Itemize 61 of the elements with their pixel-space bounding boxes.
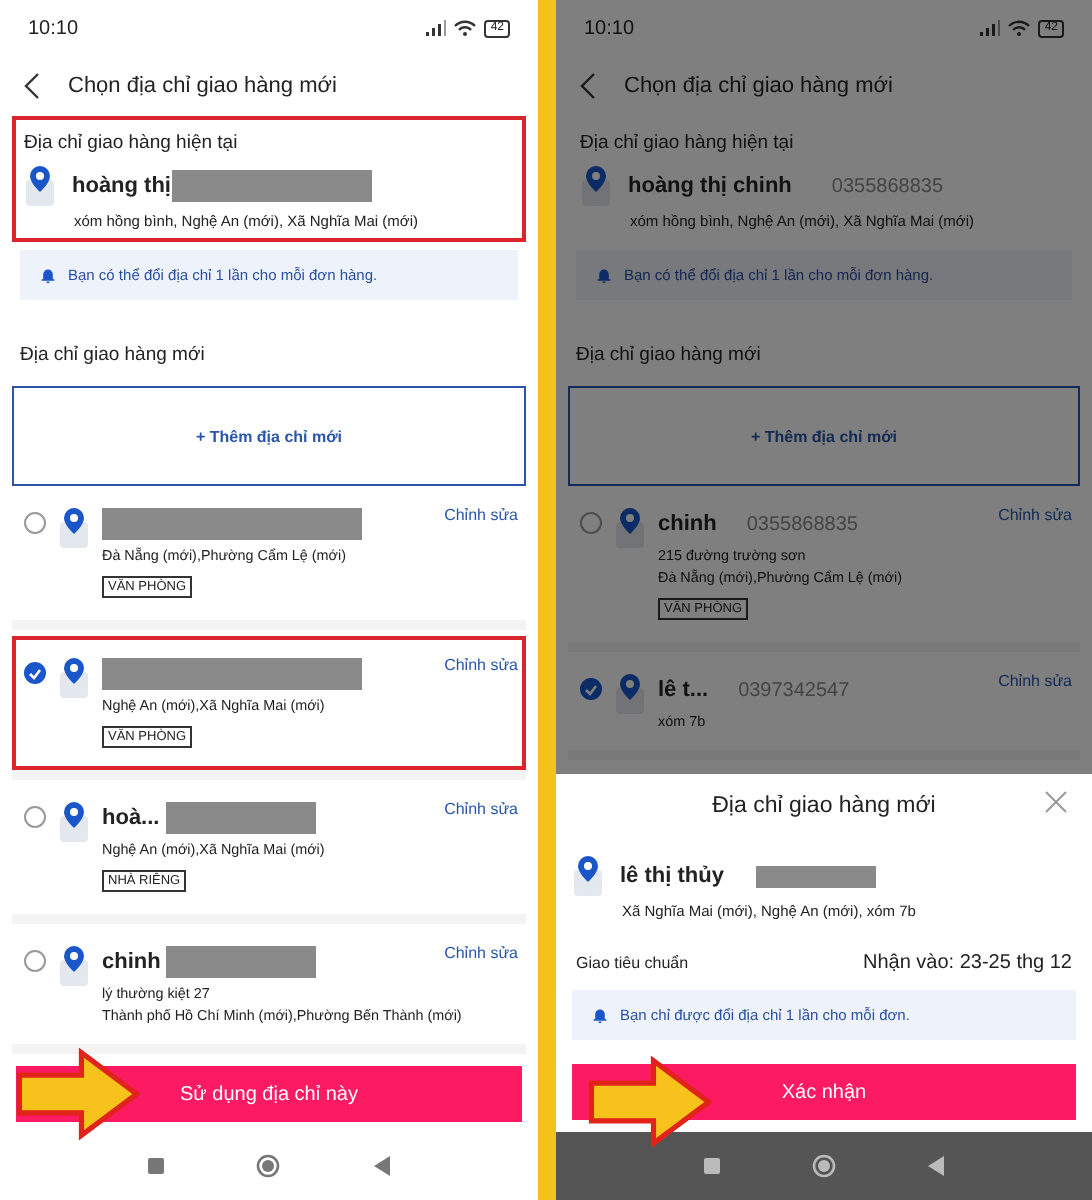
delivery-date: Nhận vào: 23-25 thg 12 (862, 952, 1072, 974)
recipient-name: lê thị thủy (620, 864, 724, 888)
edit-link[interactable]: Chỉnh sửa (444, 506, 518, 524)
status-time: 10:10 (28, 17, 79, 39)
bell-icon (40, 267, 56, 283)
back-nav-icon[interactable] (924, 1154, 948, 1178)
edit-link[interactable]: Chỉnh sửa (998, 672, 1072, 690)
wifi-icon (1008, 20, 1031, 36)
edit-link[interactable]: Chỉnh sửa (444, 800, 518, 818)
radio-button[interactable] (24, 512, 46, 534)
phone-number: 0355868835 (831, 175, 944, 197)
back-icon[interactable] (24, 72, 40, 100)
recipient-name: chinh (102, 950, 161, 974)
status-time: 10:10 (584, 17, 635, 39)
radio-button[interactable] (580, 512, 602, 534)
edit-link[interactable]: Chỉnh sửa (998, 506, 1072, 524)
location-pin-icon (614, 506, 646, 550)
page-title: Chọn địa chỉ giao hàng mới (624, 74, 893, 98)
bell-icon (596, 267, 612, 283)
edit-link[interactable]: Chỉnh sửa (444, 944, 518, 962)
bell-icon (592, 1007, 608, 1023)
back-nav-icon[interactable] (369, 1154, 394, 1178)
radio-button[interactable] (24, 662, 46, 684)
check-icon (584, 683, 598, 695)
location-pin-icon (580, 164, 612, 208)
home-icon[interactable] (812, 1154, 836, 1178)
page-title: Chọn địa chỉ giao hàng mới (68, 74, 337, 98)
recipient-name: hoàng thị chinh (628, 174, 792, 198)
location-pin-icon (24, 164, 56, 208)
phone-number: 0355868835 (746, 513, 858, 535)
signal-icon (426, 20, 447, 36)
radio-button[interactable] (580, 678, 602, 700)
add-address-button[interactable]: + Thêm địa chỉ mới (12, 386, 526, 486)
check-icon (28, 667, 42, 679)
section-label: Địa chỉ giao hàng hiện tại (580, 132, 796, 154)
radio-button[interactable] (24, 950, 46, 972)
section-label: Địa chỉ giao hàng hiện tại (24, 132, 240, 154)
sheet-title: Địa chỉ giao hàng mới (712, 794, 936, 818)
recents-icon[interactable] (700, 1154, 724, 1178)
section-label: Địa chỉ giao hàng mới (20, 344, 207, 366)
location-pin-icon (58, 656, 90, 700)
location-pin-icon (572, 854, 604, 898)
recipient-name: chinh (658, 512, 717, 536)
location-pin-icon (614, 672, 646, 716)
edit-link[interactable]: Chỉnh sửa (444, 656, 518, 674)
recipient-name: hoà... (102, 806, 160, 830)
recipient-name: hoàng thị (72, 174, 171, 198)
recipient-name: lê t... (658, 678, 709, 702)
location-pin-icon (58, 800, 90, 844)
home-icon[interactable] (256, 1154, 281, 1178)
add-address-button[interactable]: + Thêm địa chỉ mới (568, 386, 1080, 486)
location-pin-icon (58, 944, 90, 988)
location-pin-icon (58, 506, 90, 550)
section-label: Địa chỉ giao hàng mới (576, 344, 763, 366)
wifi-icon (454, 20, 477, 36)
radio-button[interactable] (24, 806, 46, 828)
delivery-method: Giao tiêu chuẩn (576, 954, 689, 972)
signal-icon (980, 20, 1001, 36)
recents-icon[interactable] (144, 1154, 169, 1178)
close-icon[interactable] (1044, 790, 1068, 814)
phone-number: 0397342547 (738, 679, 850, 701)
